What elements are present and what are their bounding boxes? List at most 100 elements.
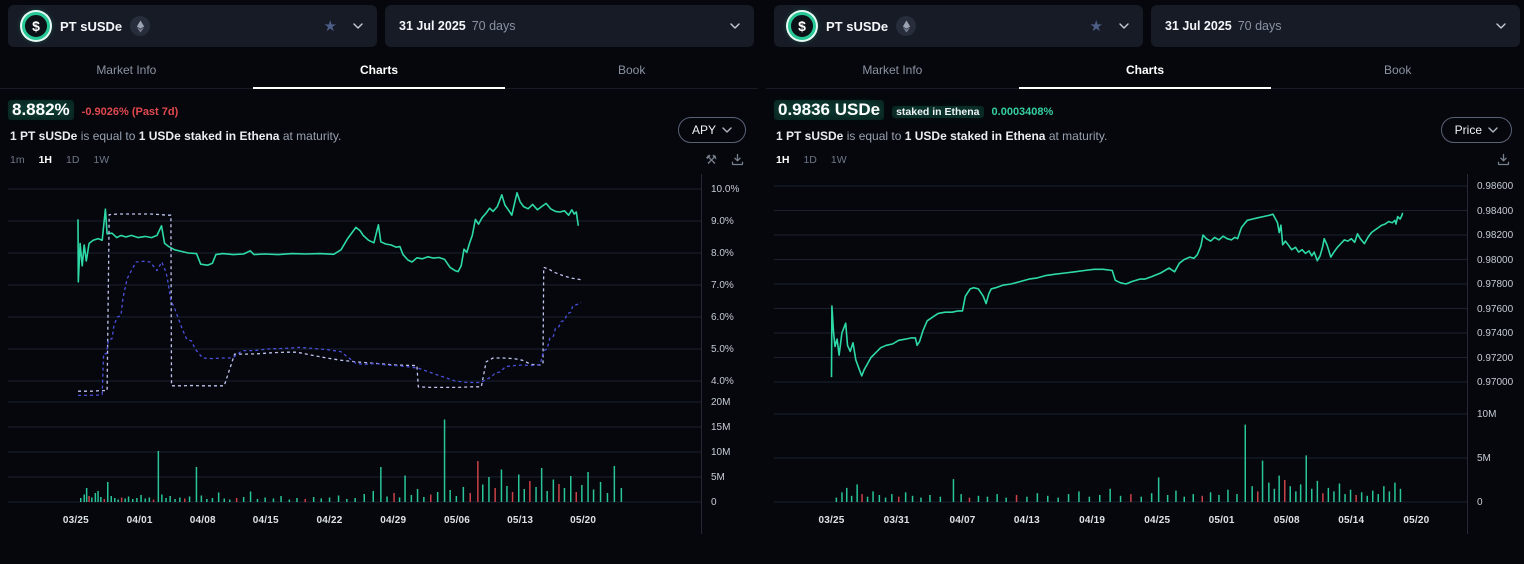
tab-market-info[interactable]: Market Info bbox=[766, 54, 1019, 89]
y-tick: 6.0% bbox=[711, 312, 734, 323]
interval-1d[interactable]: 1D bbox=[66, 154, 79, 166]
y-tick: 0.98200 bbox=[1477, 230, 1513, 241]
tab-charts[interactable]: Charts bbox=[1019, 54, 1272, 89]
maturity-selector[interactable]: 31 Jul 2025 70 days bbox=[1151, 5, 1520, 47]
interval-1h[interactable]: 1H bbox=[776, 154, 789, 166]
favorite-star-icon[interactable]: ★ bbox=[324, 19, 337, 34]
interval-switcher: 1H 1D 1W bbox=[776, 154, 847, 166]
toolbar-icons: ⚒ bbox=[705, 153, 744, 166]
x-tick: 05/08 bbox=[1274, 515, 1300, 526]
x-tick: 05/14 bbox=[1338, 515, 1364, 526]
interval-1d[interactable]: 1D bbox=[803, 154, 816, 166]
chevron-down-icon bbox=[1119, 23, 1129, 29]
y-tick: 0.97400 bbox=[1477, 328, 1513, 339]
chart-mode-button[interactable]: APY bbox=[678, 117, 746, 143]
maturity-description: 1 PT sUSDe is equal to 1 USDe staked in … bbox=[774, 129, 1107, 143]
chart-area: 03/2504/0104/0804/1504/2204/2905/0605/13… bbox=[0, 174, 758, 534]
volume-y-tick: 10M bbox=[711, 447, 730, 458]
x-tick: 05/20 bbox=[570, 515, 596, 526]
x-tick: 04/29 bbox=[380, 515, 406, 526]
volume-y-tick: 0 bbox=[1477, 497, 1483, 508]
y-tick: 0.97200 bbox=[1477, 353, 1513, 364]
volume-y-tick: 0 bbox=[711, 497, 717, 508]
tab-market-info[interactable]: Market Info bbox=[0, 54, 253, 89]
y-tick: 0.98000 bbox=[1477, 255, 1513, 266]
tab-bar: Market InfoChartsBook bbox=[0, 54, 758, 89]
volume-y-tick: 5M bbox=[711, 472, 725, 483]
y-tick: 0.98600 bbox=[1477, 181, 1513, 192]
y-tick: 5.0% bbox=[711, 344, 734, 355]
chart-mode-button[interactable]: Price bbox=[1441, 117, 1512, 143]
chevron-down-icon bbox=[730, 23, 740, 29]
interval-1m[interactable]: 1m bbox=[10, 154, 25, 166]
stat-badge: staked in Ethena bbox=[892, 106, 983, 118]
favorite-star-icon[interactable]: ★ bbox=[1090, 19, 1103, 34]
x-tick: 05/06 bbox=[444, 515, 470, 526]
y-tick: 0.97800 bbox=[1477, 279, 1513, 290]
chart-plot[interactable] bbox=[8, 174, 701, 506]
x-tick: 04/08 bbox=[190, 515, 216, 526]
token-name: PT sUSDe bbox=[826, 19, 888, 34]
token-selector[interactable]: $ PT sUSDe ★ bbox=[774, 5, 1143, 47]
x-tick: 04/25 bbox=[1144, 515, 1170, 526]
series-implied-apy bbox=[78, 193, 578, 282]
x-tick: 04/01 bbox=[127, 515, 153, 526]
y-tick: 7.0% bbox=[711, 280, 734, 291]
y-tick: 4.0% bbox=[711, 376, 734, 387]
chart-plot[interactable] bbox=[774, 174, 1467, 506]
x-tick: 05/20 bbox=[1403, 515, 1429, 526]
market-panel-price: $ PT sUSDe ★ 31 Jul 2025 70 days Market … bbox=[766, 5, 1524, 564]
maturity-days: 70 days bbox=[1238, 19, 1282, 33]
maturity-description: 1 PT sUSDe is equal to 1 USDe staked in … bbox=[8, 129, 341, 143]
stat-value: 0.9836 USDe bbox=[774, 100, 884, 120]
stats-row: 8.882% -0.9026% (Past 7d) 1 PT sUSDe is … bbox=[0, 89, 758, 143]
chevron-down-icon bbox=[1496, 23, 1506, 29]
stat-value: 8.882% bbox=[8, 100, 74, 120]
volume-y-tick: 10M bbox=[1477, 409, 1496, 420]
interval-switcher: 1m 1H 1D 1W bbox=[10, 154, 109, 166]
y-axis-labels: 10.0% 9.0% 8.0% 7.0% 6.0% 5.0% 4.0% 20M 15M 10M 5M… bbox=[702, 174, 758, 534]
tab-charts[interactable]: Charts bbox=[253, 54, 506, 89]
tab-book[interactable]: Book bbox=[1271, 54, 1524, 89]
panel-header: $ PT sUSDe ★ 31 Jul 2025 70 days bbox=[0, 5, 758, 47]
x-tick: 04/13 bbox=[1014, 515, 1040, 526]
series-underlying-apy bbox=[78, 214, 583, 391]
y-tick: 9.0% bbox=[711, 216, 734, 227]
y-tick: 0.97000 bbox=[1477, 377, 1513, 388]
volume-y-tick: 5M bbox=[1477, 453, 1491, 464]
stat-change: 0.0003408% bbox=[992, 106, 1054, 118]
chart-toolbar: 1m 1H 1D 1W ⚒ bbox=[0, 143, 758, 170]
interval-1w[interactable]: 1W bbox=[93, 154, 109, 166]
ethereum-badge-icon bbox=[896, 16, 916, 36]
series-price bbox=[832, 213, 1403, 377]
tools-icon[interactable]: ⚒ bbox=[705, 153, 717, 166]
chart-toolbar: 1H 1D 1W bbox=[766, 143, 1524, 170]
tab-book[interactable]: Book bbox=[505, 54, 758, 89]
download-icon[interactable] bbox=[1497, 153, 1510, 166]
x-tick: 05/01 bbox=[1209, 515, 1235, 526]
y-tick: 0.98400 bbox=[1477, 206, 1513, 217]
y-tick: 8.0% bbox=[711, 248, 734, 259]
x-tick: 05/13 bbox=[507, 515, 533, 526]
maturity-days: 70 days bbox=[472, 19, 516, 33]
y-axis-labels: 0.986000.984000.982000.980000.978000.976… bbox=[1468, 174, 1524, 534]
x-axis-labels: 03/2504/0104/0804/1504/2204/2905/0605/13… bbox=[8, 506, 701, 534]
maturity-selector[interactable]: 31 Jul 2025 70 days bbox=[385, 5, 754, 47]
x-tick: 04/15 bbox=[253, 515, 279, 526]
tab-bar: Market InfoChartsBook bbox=[766, 54, 1524, 89]
volume-y-tick: 15M bbox=[711, 422, 730, 433]
download-icon[interactable] bbox=[731, 153, 744, 166]
interval-1w[interactable]: 1W bbox=[831, 154, 847, 166]
toolbar-icons bbox=[1497, 153, 1510, 166]
volume-y-tick: 20M bbox=[711, 397, 730, 408]
interval-1h[interactable]: 1H bbox=[39, 154, 52, 166]
chevron-down-icon bbox=[1488, 127, 1498, 133]
maturity-date: 31 Jul 2025 bbox=[1165, 19, 1232, 33]
token-selector[interactable]: $ PT sUSDe ★ bbox=[8, 5, 377, 47]
series-secondary-apy bbox=[78, 261, 581, 395]
ethereum-badge-icon bbox=[130, 16, 150, 36]
y-tick: 10.0% bbox=[711, 184, 739, 195]
x-tick: 03/25 bbox=[63, 515, 89, 526]
token-name: PT sUSDe bbox=[60, 19, 122, 34]
token-coin-icon: $ bbox=[788, 12, 816, 40]
